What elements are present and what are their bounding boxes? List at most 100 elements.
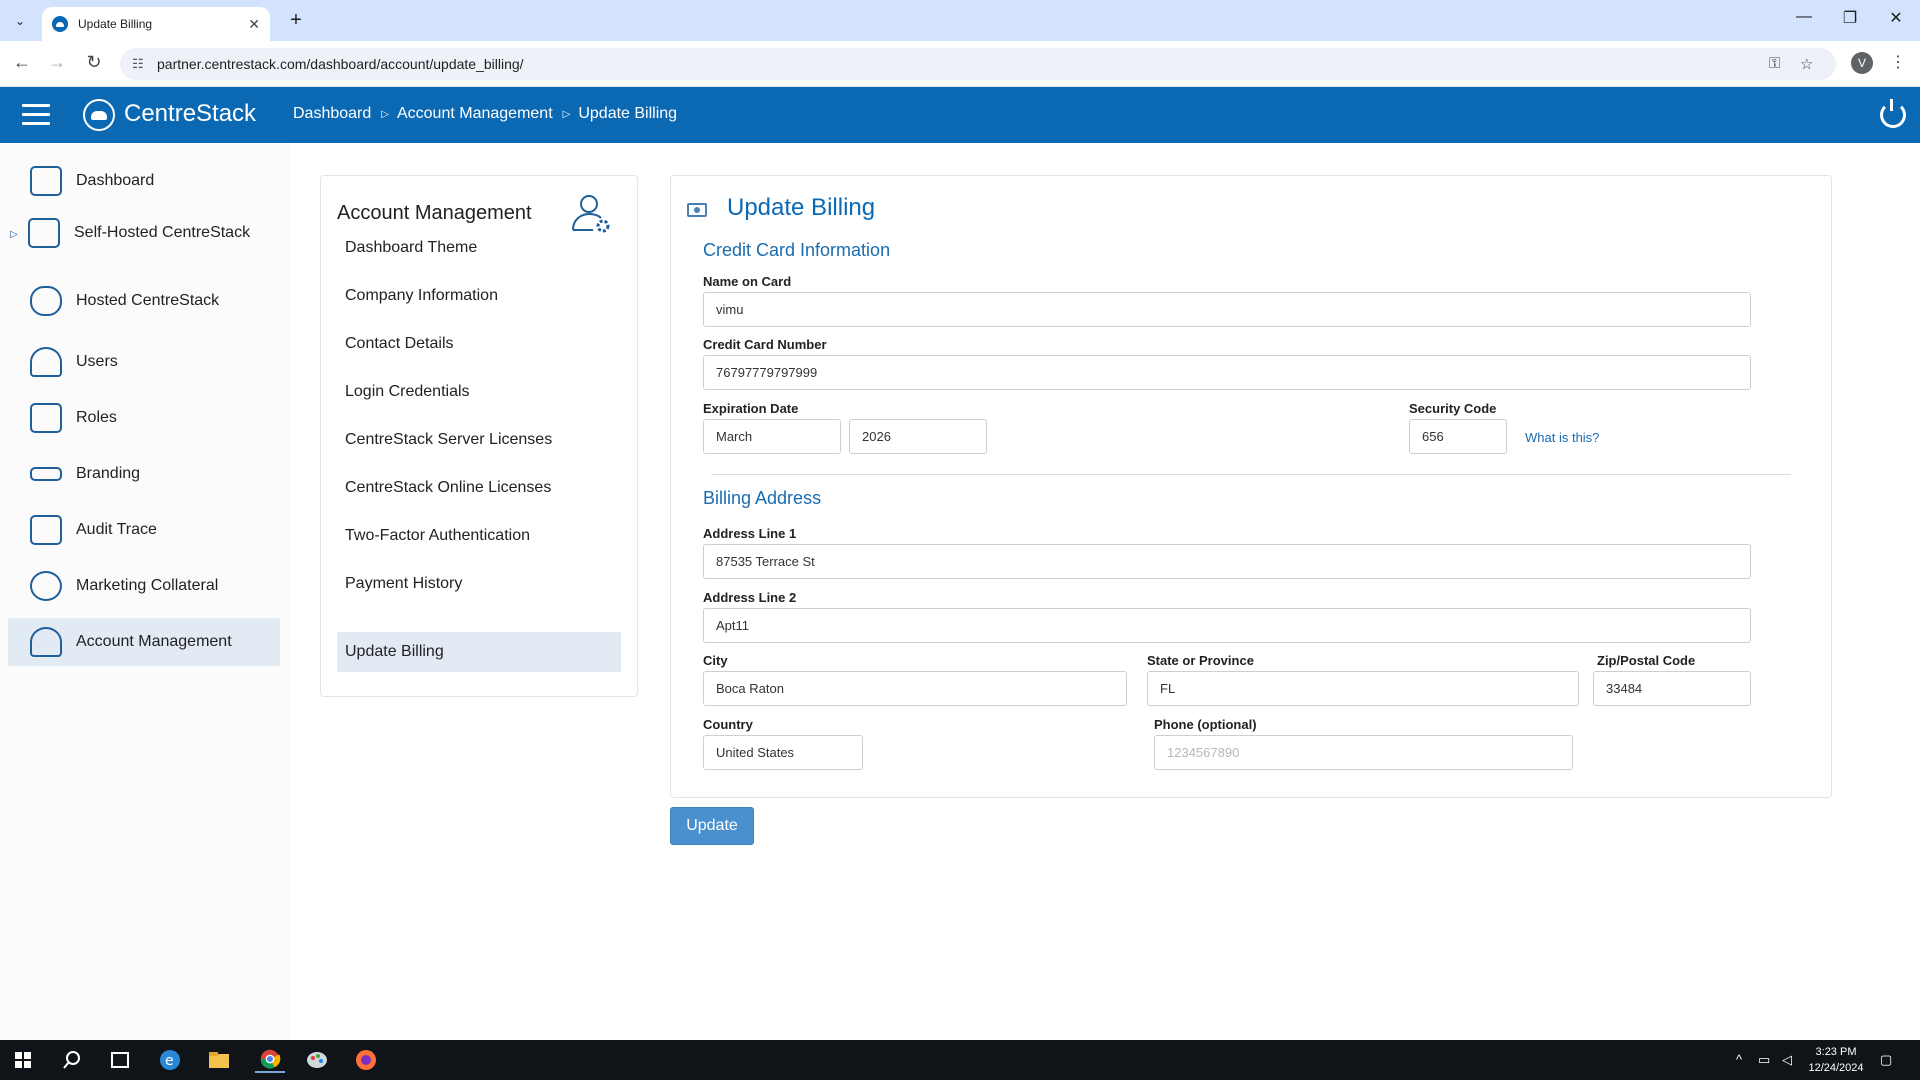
sidebar-item-audit-trace[interactable]: Audit Trace xyxy=(8,506,280,554)
sidebar-item-label: Hosted CentreStack xyxy=(76,292,220,309)
sidebar-item-branding[interactable]: Branding xyxy=(8,450,280,498)
panel-title: Account Management xyxy=(337,202,532,224)
security-code-input[interactable]: 656 xyxy=(1409,419,1507,454)
notifications-icon[interactable]: ▢ xyxy=(1880,1052,1892,1068)
state-input[interactable]: FL xyxy=(1147,671,1579,706)
address-line-2-input[interactable]: Apt11 xyxy=(703,608,1751,643)
menu-item-two-factor[interactable]: Two-Factor Authentication xyxy=(337,516,621,556)
search-icon[interactable] xyxy=(59,1047,85,1073)
site-settings-icon[interactable]: ☷ xyxy=(132,56,144,72)
billing-address-section-title: Billing Address xyxy=(703,488,822,508)
phone-label: Phone (optional) xyxy=(1154,717,1257,732)
tab-title: Update Billing xyxy=(78,17,153,31)
chrome-browser-icon[interactable] xyxy=(255,1047,285,1073)
address-bar[interactable]: ☷ partner.centrestack.com/dashboard/acco… xyxy=(120,48,1836,80)
roles-icon xyxy=(30,403,62,433)
sidebar-item-label: Self-Hosted CentreStack xyxy=(74,224,251,241)
branding-icon xyxy=(30,467,62,481)
section-divider xyxy=(711,474,1791,475)
restore-icon[interactable]: ❐ xyxy=(1827,8,1873,28)
file-explorer-icon[interactable] xyxy=(206,1047,232,1073)
url-text: partner.centrestack.com/dashboard/accoun… xyxy=(157,56,524,72)
card-number-input[interactable]: 76797779797999 xyxy=(703,355,1751,390)
breadcrumb-account-management[interactable]: Account Management xyxy=(397,105,553,123)
menu-item-contact-details[interactable]: Contact Details xyxy=(337,324,621,364)
what-is-this-link[interactable]: What is this? xyxy=(1525,430,1599,445)
tab-search-chevron-icon[interactable]: ⌄ xyxy=(8,9,32,33)
sidebar-item-self-hosted[interactable]: Self-Hosted CentreStack xyxy=(8,209,280,257)
clock-date: 12/24/2024 xyxy=(1808,1062,1864,1074)
power-logout-icon[interactable] xyxy=(1880,99,1906,128)
tray-chevron-up-icon[interactable]: ^ xyxy=(1736,1052,1742,1067)
card-number-label: Credit Card Number xyxy=(703,337,827,352)
phone-input[interactable]: 1234567890 xyxy=(1154,735,1573,770)
sidebar-item-label: Roles xyxy=(76,409,117,426)
firefox-browser-icon[interactable] xyxy=(353,1047,379,1073)
clock-time: 3:23 PM xyxy=(1815,1046,1857,1058)
zip-input[interactable]: 33484 xyxy=(1593,671,1751,706)
breadcrumb-dashboard[interactable]: Dashboard xyxy=(293,105,371,123)
minimize-icon[interactable]: — xyxy=(1781,8,1827,26)
sidebar-item-label: Account Management xyxy=(76,633,232,650)
menu-item-company-information[interactable]: Company Information xyxy=(337,276,621,316)
address-line-1-input[interactable]: 87535 Terrace St xyxy=(703,544,1751,579)
browser-menu-icon[interactable]: ⋮ xyxy=(1890,52,1906,72)
tab-close-icon[interactable]: ✕ xyxy=(248,16,260,33)
breadcrumb-update-billing: Update Billing xyxy=(578,105,678,122)
sidebar-item-dashboard[interactable]: Dashboard xyxy=(8,157,280,205)
reload-icon[interactable]: ↻ xyxy=(82,52,106,73)
centrestack-logo-icon xyxy=(83,99,115,131)
sidebar-item-users[interactable]: Users xyxy=(8,338,280,386)
name-on-card-label: Name on Card xyxy=(703,274,792,289)
page-title: Update Billing xyxy=(727,194,876,221)
window-close-icon[interactable]: ✕ xyxy=(1873,8,1919,28)
forward-icon[interactable]: → xyxy=(45,52,69,73)
name-on-card-input[interactable]: vimu xyxy=(703,292,1751,327)
menu-item-payment-history[interactable]: Payment History xyxy=(337,564,621,604)
exp-year-select[interactable]: 2026 xyxy=(849,419,987,454)
browser-tab[interactable]: Update Billing ✕ xyxy=(42,7,270,41)
exp-month-select[interactable]: March xyxy=(703,419,841,454)
users-icon xyxy=(30,347,62,377)
country-select[interactable]: United States xyxy=(703,735,863,770)
back-icon[interactable]: ← xyxy=(10,52,34,73)
new-tab-icon[interactable]: + xyxy=(282,7,310,35)
windows-start-icon[interactable] xyxy=(10,1047,36,1073)
menu-item-update-billing[interactable]: Update Billing xyxy=(337,632,621,672)
edge-browser-icon[interactable]: e xyxy=(157,1047,183,1073)
menu-item-login-credentials[interactable]: Login Credentials xyxy=(337,372,621,412)
sidebar-item-account-management[interactable]: Account Management xyxy=(8,618,280,666)
dashboard-grid-icon xyxy=(30,166,62,196)
brand-name: CentreStack xyxy=(124,100,257,127)
browser-toolbar: ← → ↻ ☷ partner.centrestack.com/dashboar… xyxy=(0,41,1920,87)
menu-item-server-licenses[interactable]: CentreStack Server Licenses xyxy=(337,420,621,460)
hamburger-menu-icon[interactable] xyxy=(22,104,50,126)
taskbar-clock[interactable]: 3:23 PM 12/24/2024 xyxy=(1806,1044,1866,1076)
city-input[interactable]: Boca Raton xyxy=(703,671,1127,706)
profile-avatar[interactable]: V xyxy=(1851,52,1873,74)
breadcrumb: Dashboard ▷ Account Management ▷ Update … xyxy=(293,105,677,123)
address-line-2-label: Address Line 2 xyxy=(703,590,797,605)
credit-card-section-title: Credit Card Information xyxy=(703,240,891,260)
paint-app-icon[interactable] xyxy=(304,1047,330,1073)
hosted-cloud-icon xyxy=(30,286,62,316)
audit-trace-icon xyxy=(30,515,62,545)
billing-money-icon xyxy=(687,203,707,217)
account-management-icon xyxy=(30,627,62,657)
network-icon[interactable]: ▭ xyxy=(1758,1052,1770,1068)
update-button[interactable]: Update xyxy=(670,807,754,845)
address-line-1-label: Address Line 1 xyxy=(703,526,797,541)
menu-item-dashboard-theme[interactable]: Dashboard Theme xyxy=(337,228,621,268)
password-key-icon[interactable]: ⚿ xyxy=(1769,55,1780,72)
marketing-target-icon xyxy=(30,571,62,601)
volume-muted-icon[interactable]: ◁ xyxy=(1782,1052,1792,1068)
bookmark-star-icon[interactable]: ☆ xyxy=(1800,55,1813,73)
sidebar-item-marketing[interactable]: Marketing Collateral xyxy=(8,562,280,610)
country-label: Country xyxy=(703,717,753,732)
sidebar-item-hosted[interactable]: Hosted CentreStack xyxy=(8,277,280,325)
task-view-icon[interactable] xyxy=(107,1047,133,1073)
app-header: CentreStack Dashboard ▷ Account Manageme… xyxy=(0,87,1920,143)
menu-item-online-licenses[interactable]: CentreStack Online Licenses xyxy=(337,468,621,508)
sidebar-item-roles[interactable]: Roles xyxy=(8,394,280,442)
tab-favicon-icon xyxy=(52,16,68,32)
